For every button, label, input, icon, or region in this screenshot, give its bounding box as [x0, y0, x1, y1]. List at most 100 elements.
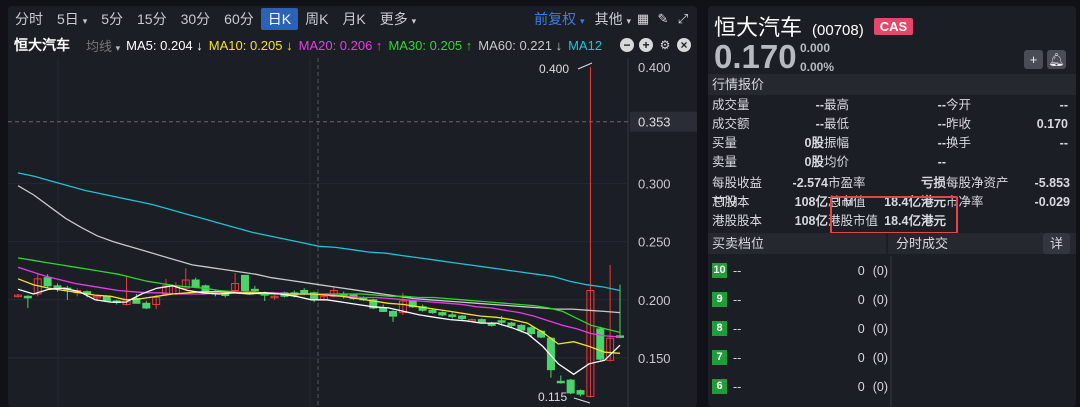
- crosshair-price-label: 0.353: [638, 115, 671, 130]
- orderbook-header: 买卖档位 分时成交 详: [708, 233, 1076, 254]
- candle-body: [142, 302, 151, 309]
- stat-label: 最低: [824, 117, 850, 131]
- candle-body: [43, 277, 52, 287]
- candle-body: [556, 380, 565, 384]
- stat-value: 108亿: [794, 214, 828, 228]
- cas-badge: CAS: [873, 17, 914, 35]
- change-value: 0.000: [800, 41, 831, 55]
- indicator-dropdown[interactable]: 均线 ▾: [86, 36, 120, 55]
- candle-body: [191, 279, 200, 288]
- stock-code: (00708): [812, 22, 864, 39]
- period-tab-active[interactable]: 日K: [260, 8, 299, 30]
- candle-body: [448, 314, 457, 317]
- other-label: 其他: [594, 11, 623, 27]
- stat-value: --: [937, 136, 946, 150]
- ticks-title: 分时成交: [896, 236, 949, 251]
- chevron-down-icon: ▾: [82, 16, 88, 26]
- fullscreen-icon[interactable]: ⤢: [675, 11, 691, 27]
- level-count: (0): [872, 379, 888, 394]
- candle-body: [438, 312, 447, 316]
- stat-value: [994, 153, 1068, 172]
- period-tab[interactable]: 月K: [335, 8, 372, 30]
- highlight-box: [830, 196, 958, 234]
- level-volume: 0: [857, 321, 865, 336]
- zoom-out-icon[interactable]: −: [620, 38, 634, 52]
- ma-legend: 恒大汽车 均线 ▾ MA5: 0.204 ↓ MA10: 0.205 ↓ MA2…: [8, 34, 697, 56]
- detail-button[interactable]: 详: [1042, 233, 1070, 254]
- orderbook-level: 7 -- 0 (0): [712, 343, 888, 372]
- divider: [890, 256, 892, 407]
- level-count: (0): [872, 321, 888, 336]
- stat-label: 成交额: [712, 117, 750, 131]
- candlestick-chart[interactable]: 0.400 0.300 0.250 0.200 0.150 0.353 0.400 0.115: [8, 58, 697, 407]
- stock-name: 恒大汽车: [14, 37, 70, 53]
- stat-label: 卖量: [712, 155, 738, 169]
- orderbook-title: 买卖档位: [708, 233, 888, 254]
- more-tab[interactable]: 更多 ▾: [373, 8, 423, 30]
- level-badge: 8: [712, 321, 727, 336]
- y-tick-label: 0.300: [638, 176, 671, 191]
- level-count: (0): [872, 292, 888, 307]
- y-tick-label: 0.200: [638, 293, 671, 308]
- stat-label: 总股本: [712, 195, 750, 209]
- stat-row: 每股收益TTM -2.574 市盈率TTM 亏损 每股净资产 -5.853: [712, 174, 1070, 209]
- stat-label: 成交量: [712, 98, 750, 112]
- level-badge: 6: [712, 379, 727, 394]
- level-badge: 9: [712, 292, 727, 307]
- stat-value: 108亿: [794, 195, 828, 209]
- ma10-line: [17, 278, 621, 354]
- period-tab[interactable]: 60分: [217, 8, 261, 30]
- adjust-label: 前复权: [534, 11, 577, 27]
- low-price-label: 0.115: [538, 390, 567, 404]
- level-price: --: [733, 263, 742, 278]
- period-toolbar: 分时 5日 ▾ 5分 15分 30分 60分 日K 周K 月K 更多 ▾ 前复权…: [8, 6, 697, 32]
- stat-value: [1010, 212, 1070, 231]
- level-badge: 7: [712, 350, 727, 365]
- zoom-in-icon[interactable]: +: [639, 38, 653, 52]
- orderbook: 10 -- 0 (0) 9 -- 0 (0) 8 -- 0 (0) 7 -- 0 (0) 6 -- 0 (0): [712, 256, 888, 401]
- orderbook-level: 8 -- 0 (0): [712, 314, 888, 343]
- ma10-value: MA10: 0.205 ↓: [208, 37, 293, 53]
- candle-body: [53, 285, 62, 289]
- indicator-label: 均线: [86, 38, 113, 54]
- period-tab[interactable]: 30分: [174, 8, 218, 30]
- stat-value: --: [1059, 98, 1068, 112]
- more-label: 更多: [379, 11, 408, 27]
- chevron-down-icon: ▾: [411, 16, 417, 26]
- bell-alert-icon[interactable]: 🔔︎: [1047, 50, 1066, 69]
- period-tab[interactable]: 5日 ▾: [50, 8, 94, 30]
- stat-row: 买量 0股 振幅 -- 换手 --: [712, 134, 1070, 153]
- stat-value: --: [1059, 136, 1068, 150]
- level-volume: 0: [857, 263, 865, 278]
- quote-stats: 成交量 -- 最高 -- 今开 -- 成交额 -- 最低 -- 昨收 0.170 买量 0股 振幅 -- 换手 -…: [712, 96, 1070, 172]
- candle-body: [546, 337, 555, 371]
- grid-layout-icon[interactable]: ▦: [635, 11, 651, 27]
- stat-label: 换手: [946, 136, 972, 150]
- period-tab[interactable]: 分时: [8, 8, 50, 30]
- y-tick-label: 0.150: [638, 351, 671, 366]
- stat-label: 今开: [946, 98, 972, 112]
- candle-body: [23, 295, 32, 299]
- orderbook-level: 10 -- 0 (0): [712, 256, 888, 285]
- other-dropdown[interactable]: 其他 ▾: [595, 9, 631, 29]
- quote-panel: 恒大汽车 (00708) CAS 0.170 0.000 0.00% + 🔔︎ 行情…: [708, 6, 1076, 407]
- ma20-value: MA20: 0.206 ↑: [298, 37, 383, 53]
- level-price: --: [733, 379, 742, 394]
- close-icon[interactable]: ×: [677, 38, 691, 52]
- level-price: --: [733, 292, 742, 307]
- adjust-dropdown[interactable]: 前复权 ▾: [534, 9, 584, 29]
- period-label: 5日: [57, 11, 79, 27]
- settings-gear-icon[interactable]: ⚙: [658, 38, 672, 52]
- candle-body: [507, 322, 516, 326]
- brush-icon[interactable]: ✎: [655, 11, 671, 27]
- ma60-value: MA60: 0.221 ↓: [478, 37, 563, 53]
- candle-body: [428, 309, 437, 314]
- period-tab[interactable]: 周K: [298, 8, 335, 30]
- stat-value: --: [937, 117, 946, 131]
- add-watchlist-button[interactable]: +: [1024, 50, 1043, 69]
- candle-body: [379, 307, 388, 312]
- period-tab[interactable]: 5分: [94, 8, 130, 30]
- orderbook-level: 9 -- 0 (0): [712, 285, 888, 314]
- period-tab[interactable]: 15分: [130, 8, 174, 30]
- ma5-value: MA5: 0.204 ↓: [126, 37, 203, 53]
